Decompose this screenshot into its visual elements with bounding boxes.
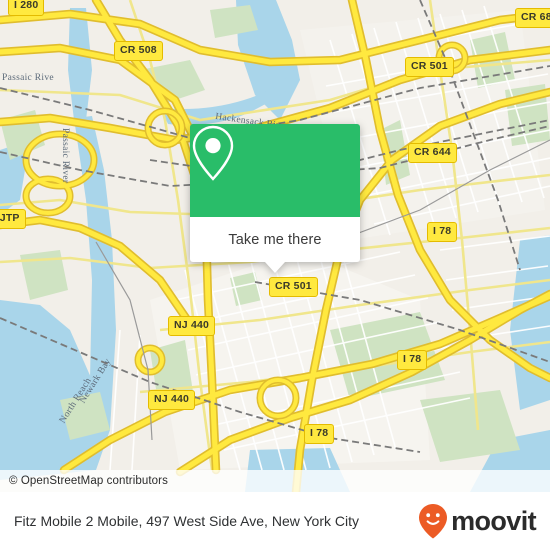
footer-bar: Fitz Mobile 2 Mobile, 497 West Side Ave,…: [0, 492, 550, 550]
road-shield: CR 501: [405, 57, 454, 77]
road-shield: CR 501: [269, 277, 318, 297]
map-pin-icon: [192, 125, 234, 181]
water-label: Passaic Rive: [2, 73, 54, 83]
water-label: Passaic River: [60, 128, 70, 184]
road-shield: CR 68: [515, 8, 550, 28]
road-shield: NJ 440: [168, 316, 216, 336]
road-shield: I 280: [8, 0, 45, 16]
moovit-map-screenshot: I 280 CR 508 CR 501 CR 68 CR 644 I 78 NJ…: [0, 0, 550, 550]
callout-pointer: [265, 262, 285, 273]
map-canvas[interactable]: I 280 CR 508 CR 501 CR 68 CR 644 I 78 NJ…: [0, 0, 550, 492]
road-shield: CR 644: [408, 143, 457, 163]
moovit-logo[interactable]: moovit: [418, 503, 537, 539]
road-shield: NJ 440: [148, 390, 196, 410]
moovit-wordmark: moovit: [451, 505, 537, 536]
road-shield: I 78: [304, 424, 335, 444]
take-me-there-button[interactable]: Take me there: [190, 217, 360, 262]
road-shield: NJTP: [0, 209, 26, 229]
road-shield: I 78: [427, 222, 458, 242]
callout-header: [190, 124, 360, 217]
take-me-there-label: Take me there: [228, 231, 322, 248]
location-callout-card[interactable]: Take me there: [190, 124, 360, 273]
place-address-text: Fitz Mobile 2 Mobile, 497 West Side Ave,…: [14, 512, 359, 529]
road-shield: I 78: [397, 350, 428, 370]
attribution-text[interactable]: © OpenStreetMap contributors: [9, 475, 168, 487]
moovit-pin-smiley-icon: [419, 504, 448, 539]
map-attribution-bar: © OpenStreetMap contributors: [0, 470, 550, 492]
road-shield: CR 508: [114, 41, 163, 61]
